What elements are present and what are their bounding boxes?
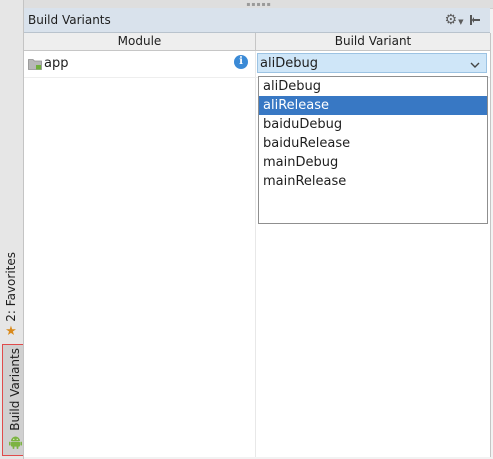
hide-panel-icon <box>470 15 480 25</box>
settings-button[interactable]: ⚙ ▼ <box>444 11 464 29</box>
table-header: Module Build Variant <box>24 33 490 51</box>
column-divider <box>255 51 256 457</box>
hide-panel-button[interactable] <box>466 11 484 29</box>
build-variant-select[interactable]: aliDebug <box>257 53 487 73</box>
info-icon[interactable]: i <box>234 55 248 69</box>
variant-dropdown-list: aliDebug aliRelease baiduDebug baiduRele… <box>258 76 488 224</box>
dropdown-option[interactable]: mainDebug <box>259 153 487 172</box>
side-tool-strip: 2: Favorites ★ Build Variants <box>0 0 28 459</box>
tab-build-variants-label: Build Variants <box>8 348 22 431</box>
dropdown-option[interactable]: baiduRelease <box>259 134 487 153</box>
caret-down-icon: ▼ <box>458 17 464 26</box>
panel-title-bar: Build Variants ⚙ ▼ <box>24 8 490 33</box>
dropdown-option[interactable]: mainRelease <box>259 172 487 191</box>
panel-title: Build Variants <box>28 13 111 27</box>
module-name: app <box>44 56 69 71</box>
column-header-module[interactable]: Module <box>24 33 256 50</box>
tab-favorites[interactable]: 2: Favorites ★ <box>1 252 21 338</box>
folder-icon <box>28 58 42 73</box>
dropdown-option[interactable]: aliDebug <box>259 77 487 96</box>
star-icon: ★ <box>5 323 17 339</box>
dropdown-option-selected[interactable]: aliRelease <box>259 96 487 115</box>
selected-variant: aliDebug <box>260 56 318 71</box>
chevron-down-icon <box>470 58 480 72</box>
gear-icon: ⚙ <box>444 12 458 28</box>
table-row[interactable]: app i aliDebug <box>24 51 490 78</box>
android-icon <box>8 435 22 452</box>
column-header-build-variant[interactable]: Build Variant <box>256 33 490 50</box>
tab-favorites-label: 2: Favorites <box>4 252 18 322</box>
build-variants-panel: ▪▪▪▪▪ Build Variants ⚙ ▼ Module Build Var… <box>23 0 493 459</box>
dropdown-option[interactable]: baiduDebug <box>259 115 487 134</box>
variants-table: Module Build Variant app i aliDebug aliD… <box>24 33 491 457</box>
